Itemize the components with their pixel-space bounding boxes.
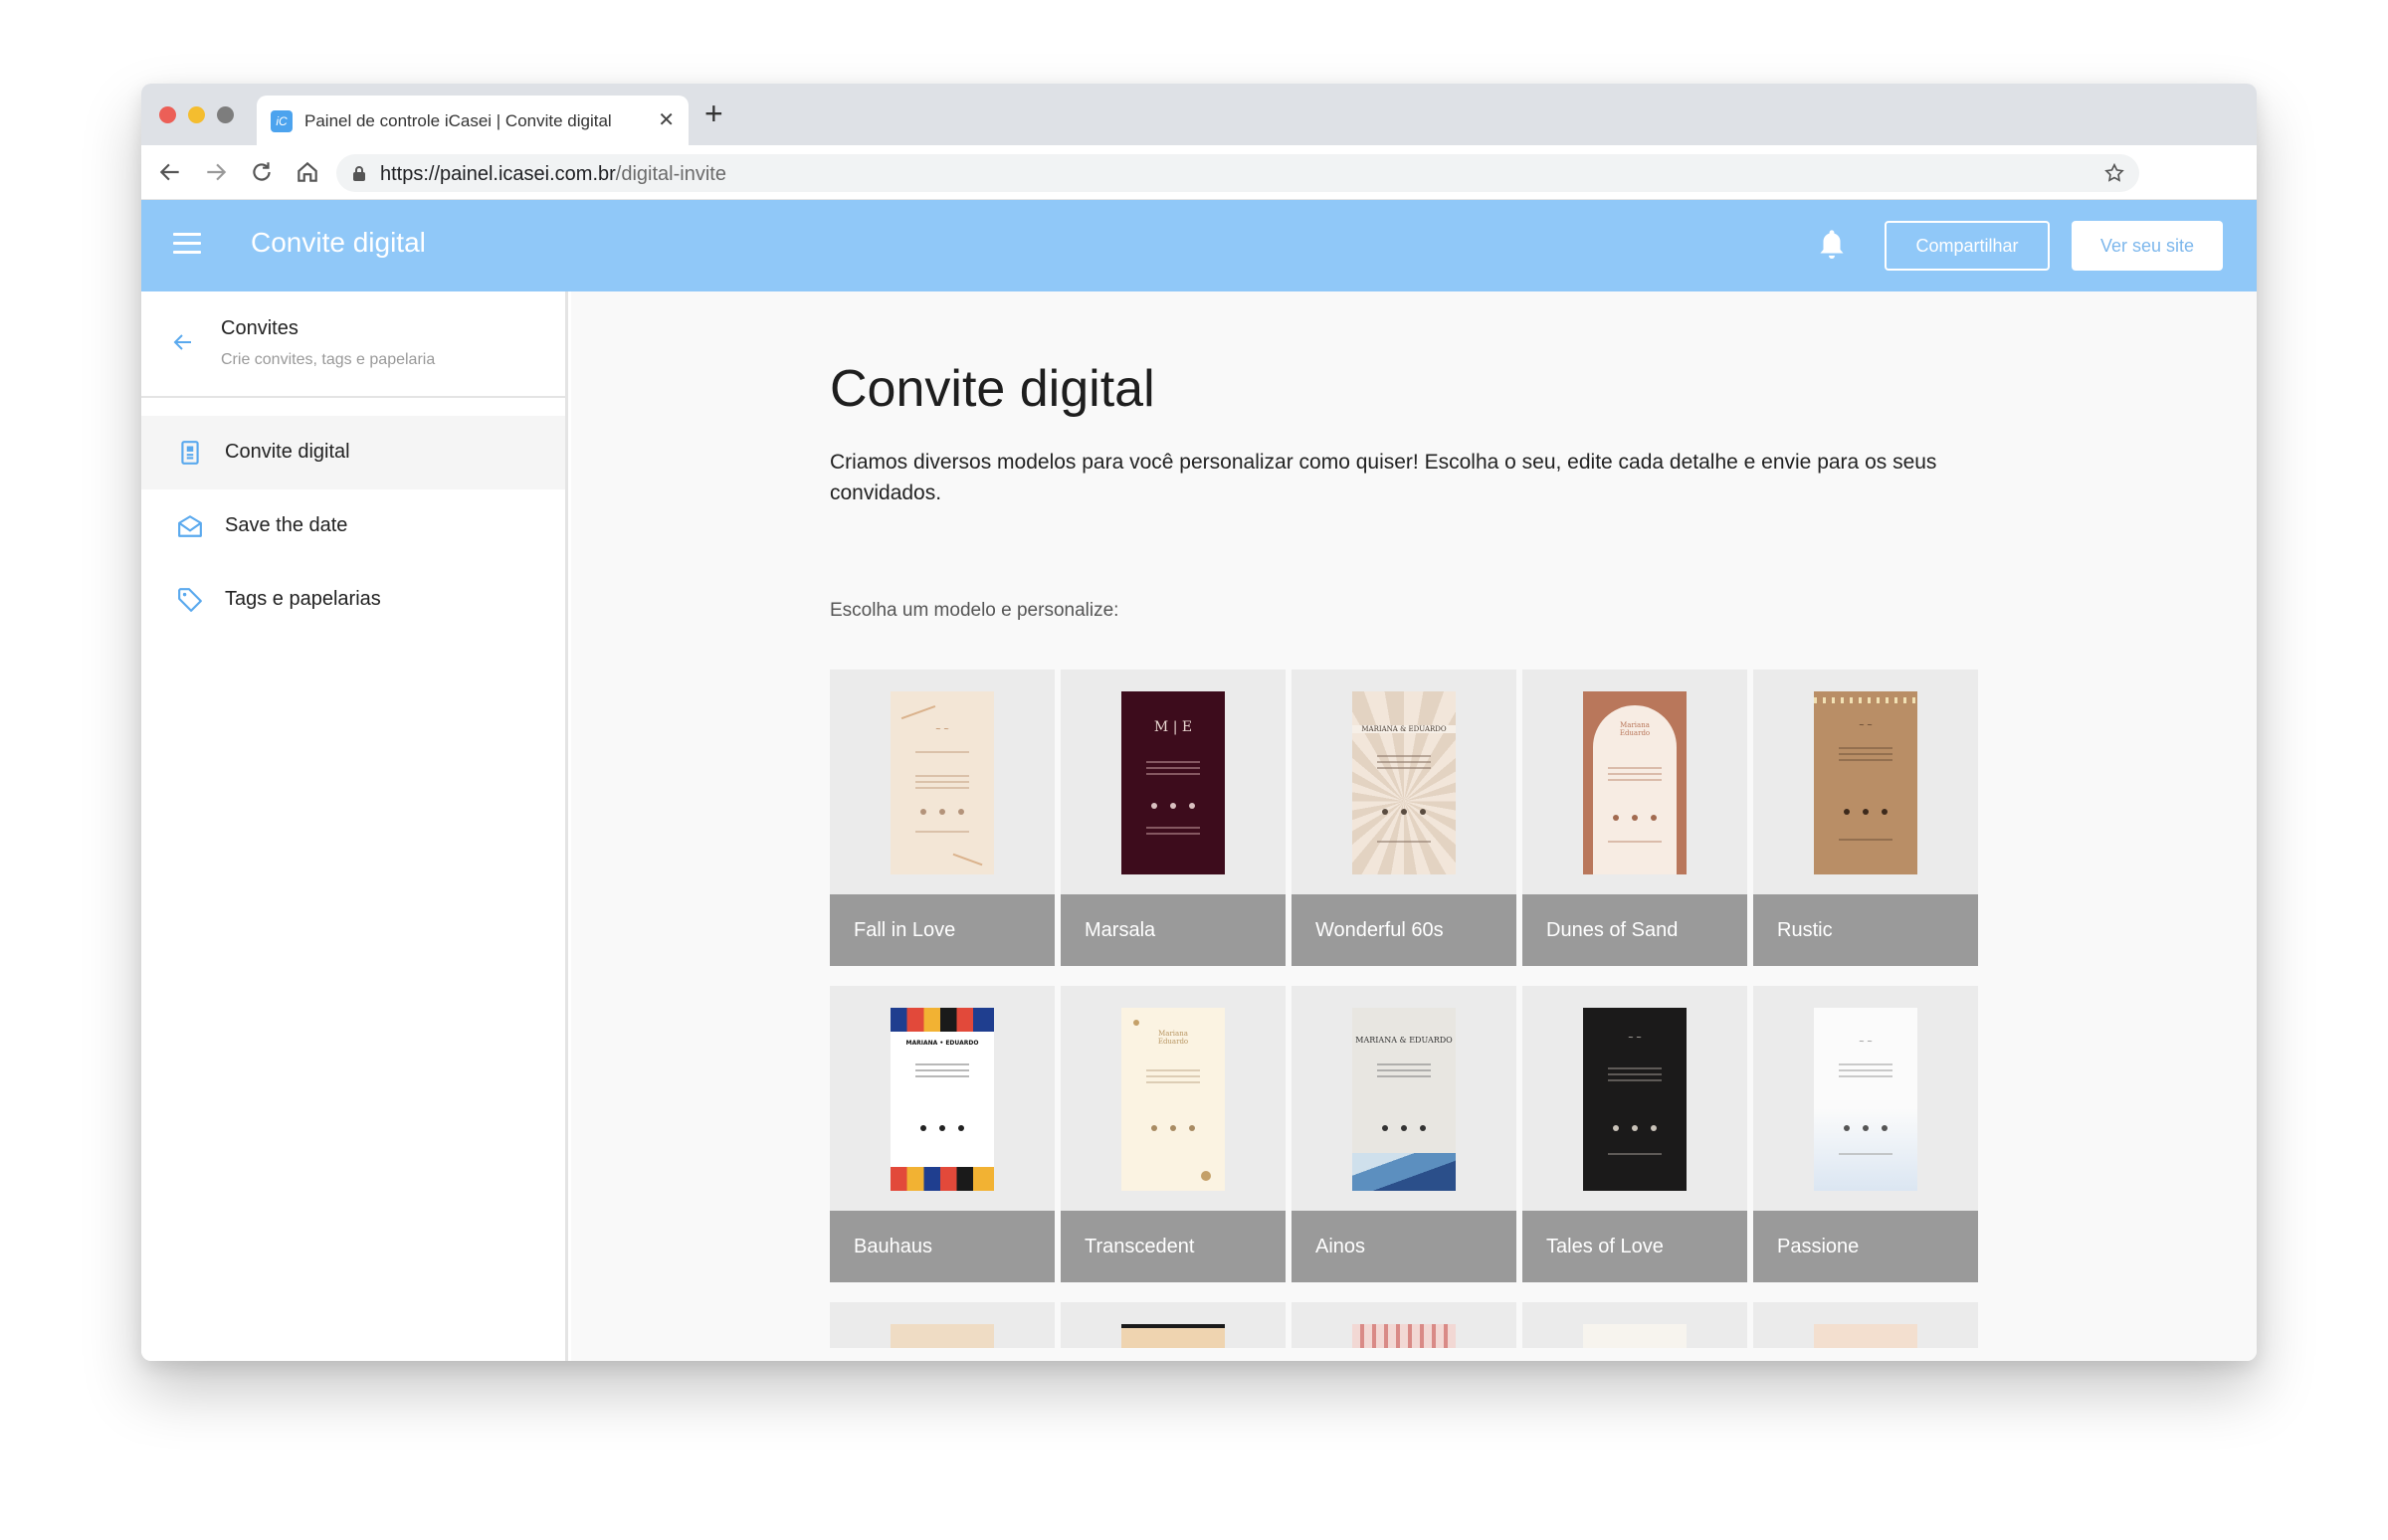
app-header: Convite digital Compartilhar Ver seu sit…: [141, 200, 2257, 291]
notification-bell-icon[interactable]: [1817, 228, 1847, 262]
template-card[interactable]: [1753, 1302, 1978, 1348]
template-card-wonderful-60s[interactable]: MARIANA & EDUARDO Wonderful 60s: [1292, 670, 1516, 966]
template-card-passione[interactable]: ~ ~ Passione: [1753, 986, 1978, 1282]
template-thumbnail: ~ ~: [1814, 691, 1917, 874]
forward-icon[interactable]: [203, 159, 229, 185]
reload-icon[interactable]: [249, 159, 275, 185]
minimize-window-button[interactable]: [188, 106, 205, 123]
sidebar-item-save-the-date[interactable]: Save the date: [141, 489, 565, 563]
choose-template-label: Escolha um modelo e personalize:: [830, 600, 1119, 621]
template-card-ainos[interactable]: MARIANA & EDUARDO Ainos: [1292, 986, 1516, 1282]
template-thumbnail: [1814, 1324, 1917, 1348]
template-name: Wonderful 60s: [1292, 894, 1516, 966]
page-title: Convite digital: [830, 360, 1155, 418]
hamburger-menu-icon[interactable]: [173, 233, 201, 257]
lock-icon: [353, 166, 365, 181]
tab-strip: iC Painel de controle iCasei | Convite d…: [141, 84, 2257, 145]
sidebar-subtitle: Crie convites, tags e papelaria: [221, 351, 436, 368]
template-thumbnail: M | E: [1121, 691, 1225, 874]
template-thumbnail: [1352, 1324, 1456, 1348]
template-name: Dunes of Sand: [1522, 894, 1747, 966]
page-description: Criamos diversos modelos para você perso…: [830, 451, 1937, 504]
sidebar-item-label: Save the date: [225, 514, 348, 536]
sidebar-header: Convites Crie convites, tags e papelaria: [141, 291, 565, 398]
template-thumbnail: Mariana Eduardo: [1583, 691, 1687, 874]
tab-close-icon[interactable]: ✕: [658, 107, 675, 132]
share-button[interactable]: Compartilhar: [1885, 221, 2050, 271]
bookmark-star-icon[interactable]: [2103, 162, 2125, 184]
template-thumbnail: MARIANA • EDUARDO: [891, 1008, 994, 1191]
browser-window: iC Painel de controle iCasei | Convite d…: [141, 84, 2257, 1361]
sidebar-title: Convites: [221, 317, 298, 339]
sidebar-item-tags-papelarias[interactable]: Tags e papelarias: [141, 563, 565, 637]
template-thumbnail: [1121, 1324, 1225, 1348]
tab-title: Painel de controle iCasei | Convite digi…: [304, 111, 612, 130]
template-name: Bauhaus: [830, 1211, 1055, 1282]
template-card[interactable]: [1522, 1302, 1747, 1348]
template-thumbnail: ~ ~: [1814, 1008, 1917, 1191]
template-name: Marsala: [1061, 894, 1286, 966]
app-title: Convite digital: [251, 227, 426, 258]
template-card[interactable]: [1292, 1302, 1516, 1348]
template-name: Rustic: [1753, 894, 1978, 966]
template-thumbnail: [891, 1324, 994, 1348]
main-content: Convite digital Criamos diversos modelos…: [571, 291, 2257, 1361]
favicon-icon: iC: [271, 110, 293, 132]
browser-tab[interactable]: iC Painel de controle iCasei | Convite d…: [257, 96, 689, 145]
sidebar-item-convite-digital[interactable]: Convite digital: [141, 416, 565, 489]
template-name: Transcedent: [1061, 1211, 1286, 1282]
template-card-transcedent[interactable]: Mariana Eduardo Transcedent: [1061, 986, 1286, 1282]
tag-icon: [178, 588, 202, 612]
template-card-rustic[interactable]: ~ ~ Rustic: [1753, 670, 1978, 966]
new-tab-button[interactable]: +: [704, 97, 723, 129]
template-thumbnail: MARIANA & EDUARDO: [1352, 1008, 1456, 1191]
url-field[interactable]: https://painel.icasei.com.br/digital-inv…: [336, 154, 2139, 192]
invite-icon: [181, 441, 199, 465]
template-card-tales-of-love[interactable]: ~ ~ Tales of Love: [1522, 986, 1747, 1282]
template-card-bauhaus[interactable]: MARIANA • EDUARDO Bauhaus: [830, 986, 1055, 1282]
maximize-window-button[interactable]: [217, 106, 234, 123]
template-card[interactable]: [830, 1302, 1055, 1348]
home-icon[interactable]: [295, 159, 320, 185]
sidebar-item-label: Tags e papelarias: [225, 588, 381, 610]
template-thumbnail: ~ ~: [891, 691, 994, 874]
back-icon[interactable]: [157, 159, 183, 185]
sidebar: Convites Crie convites, tags e papelaria…: [141, 291, 568, 1361]
template-name: Passione: [1753, 1211, 1978, 1282]
url-text: https://painel.icasei.com.br/digital-inv…: [380, 163, 726, 185]
view-site-button[interactable]: Ver seu site: [2072, 221, 2223, 271]
template-name: Tales of Love: [1522, 1211, 1747, 1282]
template-thumbnail: [1583, 1324, 1687, 1348]
address-bar: https://painel.icasei.com.br/digital-inv…: [141, 145, 2257, 200]
envelope-icon: [178, 515, 202, 537]
close-window-button[interactable]: [159, 106, 176, 123]
template-name: Ainos: [1292, 1211, 1516, 1282]
template-thumbnail: Mariana Eduardo: [1121, 1008, 1225, 1191]
template-card[interactable]: [1061, 1302, 1286, 1348]
template-card-marsala[interactable]: M | E Marsala: [1061, 670, 1286, 966]
template-card-dunes-of-sand[interactable]: Mariana Eduardo Dunes of Sand: [1522, 670, 1747, 966]
back-arrow-icon[interactable]: [169, 330, 195, 354]
template-thumbnail: MARIANA & EDUARDO: [1352, 691, 1456, 874]
sidebar-item-label: Convite digital: [225, 441, 350, 463]
template-name: Fall in Love: [830, 894, 1055, 966]
template-thumbnail: ~ ~: [1583, 1008, 1687, 1191]
template-card-fall-in-love[interactable]: ~ ~ Fall in Love: [830, 670, 1055, 966]
